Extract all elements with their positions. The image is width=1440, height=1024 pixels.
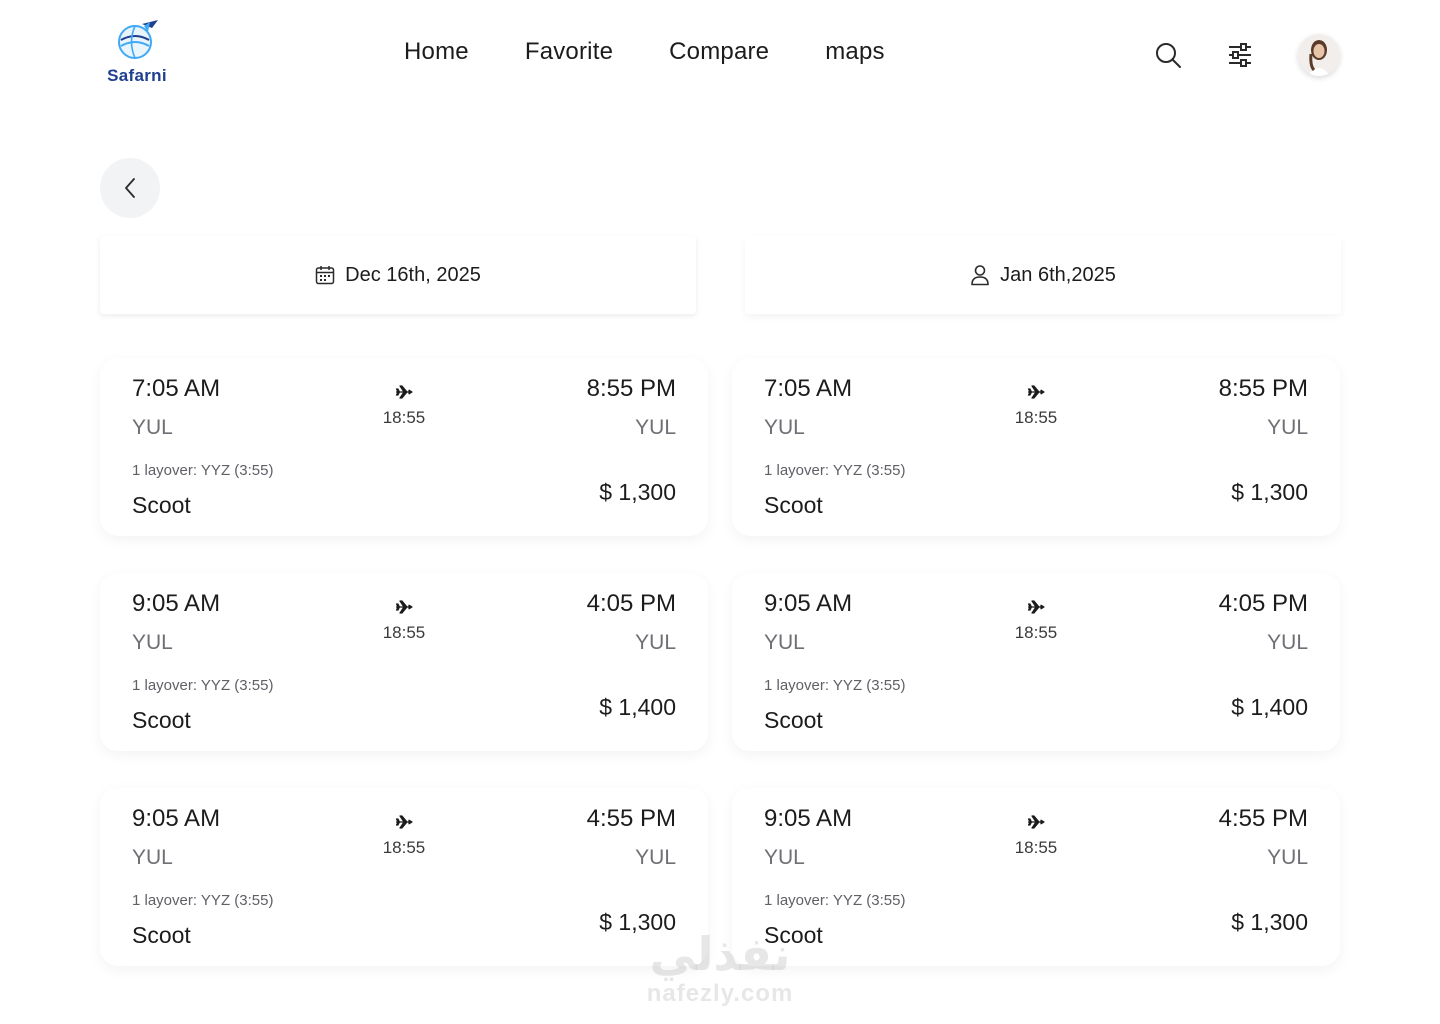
airline-name: Scoot <box>764 922 823 948</box>
plane-icon <box>395 385 413 399</box>
globe-plane-icon <box>118 20 158 59</box>
nav-item-home[interactable]: Home <box>404 38 469 66</box>
departure-airport: YUL <box>132 846 173 869</box>
departure-airport: YUL <box>764 416 805 439</box>
flight-duration: 18:55 <box>1014 623 1058 642</box>
plane-icon <box>395 600 413 614</box>
departure-time: 7:05 AM <box>132 375 221 402</box>
airline-name: Scoot <box>132 922 191 948</box>
airline-name: Scoot <box>132 707 191 733</box>
arrival-time: 4:05 PM <box>1218 590 1308 617</box>
layover-info: 1 layover: YYZ (3:55) <box>764 677 906 694</box>
arrival-airport: YUL <box>635 846 676 869</box>
flight-duration: 18:55 <box>382 838 426 857</box>
layover-info: 1 layover: YYZ (3:55) <box>132 462 274 479</box>
departure-airport: YUL <box>764 846 805 869</box>
plane-icon <box>1027 815 1045 829</box>
search-icon <box>1156 43 1181 68</box>
return-date-tab[interactable]: Jan 6th,2025 <box>745 236 1341 314</box>
flight-card[interactable]: 7:05 AM YUL 18:55 8:55 PM YUL 1 layover:… <box>100 358 708 536</box>
arrival-time: 4:05 PM <box>586 590 676 617</box>
arrival-airport: YUL <box>1267 631 1308 654</box>
departure-airport: YUL <box>764 631 805 654</box>
nav-item-compare[interactable]: Compare <box>669 38 769 66</box>
plane-icon <box>1027 385 1045 399</box>
return-date-label: Jan 6th,2025 <box>1000 263 1116 286</box>
flight-duration: 18:55 <box>1014 408 1058 427</box>
departure-airport: YUL <box>132 416 173 439</box>
arrival-time: 4:55 PM <box>586 805 676 832</box>
airline-name: Scoot <box>764 707 823 733</box>
flight-duration: 18:55 <box>382 408 426 427</box>
sliders-icon <box>1229 43 1251 67</box>
flight-price: $ 1,300 <box>1231 909 1308 935</box>
departure-date-label: Dec 16th, 2025 <box>345 263 481 286</box>
back-button[interactable] <box>100 158 160 218</box>
header-actions <box>1154 34 1340 76</box>
flight-duration: 18:55 <box>1014 838 1058 857</box>
arrival-airport: YUL <box>1267 416 1308 439</box>
chevron-left-icon <box>125 178 135 198</box>
flight-card[interactable]: 7:05 AM YUL 18:55 8:55 PM YUL 1 layover:… <box>732 358 1340 536</box>
layover-info: 1 layover: YYZ (3:55) <box>764 462 906 479</box>
departure-time: 9:05 AM <box>132 805 221 832</box>
layover-info: 1 layover: YYZ (3:55) <box>132 892 274 909</box>
flight-card[interactable]: 9:05 AM YUL 18:55 4:55 PM YUL 1 layover:… <box>732 788 1340 966</box>
departure-date-tab[interactable]: Dec 16th, 2025 <box>100 236 696 314</box>
arrival-airport: YUL <box>1267 846 1308 869</box>
watermark-latin: nafezly.com <box>646 980 794 1007</box>
departure-time: 9:05 AM <box>764 590 853 617</box>
flight-card[interactable]: 9:05 AM YUL 18:55 4:55 PM YUL 1 layover:… <box>100 788 708 966</box>
layover-info: 1 layover: YYZ (3:55) <box>764 892 906 909</box>
flight-duration: 18:55 <box>382 623 426 642</box>
person-icon <box>971 265 989 286</box>
filter-button[interactable] <box>1226 41 1254 69</box>
flight-card[interactable]: 9:05 AM YUL 18:55 4:05 PM YUL 1 layover:… <box>100 573 708 751</box>
nav-item-maps[interactable]: maps <box>825 38 885 66</box>
arrival-airport: YUL <box>635 416 676 439</box>
brand-logo[interactable]: Safarni <box>100 18 174 86</box>
airline-name: Scoot <box>764 492 823 518</box>
plane-icon <box>395 815 413 829</box>
arrival-time: 8:55 PM <box>1218 375 1308 402</box>
avatar-image <box>1298 34 1340 76</box>
user-avatar[interactable] <box>1298 34 1340 76</box>
flight-price: $ 1,300 <box>599 479 676 505</box>
top-header: Safarni Home Favorite Compare maps <box>0 0 1440 110</box>
main-nav: Home Favorite Compare maps <box>404 38 885 66</box>
departure-time: 9:05 AM <box>132 590 221 617</box>
arrival-airport: YUL <box>635 631 676 654</box>
search-button[interactable] <box>1154 41 1182 69</box>
flight-price: $ 1,400 <box>1231 694 1308 720</box>
arrival-time: 8:55 PM <box>586 375 676 402</box>
arrival-time: 4:55 PM <box>1218 805 1308 832</box>
layover-info: 1 layover: YYZ (3:55) <box>132 677 274 694</box>
departure-airport: YUL <box>132 631 173 654</box>
flight-price: $ 1,300 <box>1231 479 1308 505</box>
calendar-icon <box>315 266 335 285</box>
flight-card[interactable]: 9:05 AM YUL 18:55 4:05 PM YUL 1 layover:… <box>732 573 1340 751</box>
plane-icon <box>1027 600 1045 614</box>
nav-item-favorite[interactable]: Favorite <box>525 38 613 66</box>
airline-name: Scoot <box>132 492 191 518</box>
flight-price: $ 1,300 <box>599 909 676 935</box>
flight-price: $ 1,400 <box>599 694 676 720</box>
brand-name: Safarni <box>107 66 167 85</box>
departure-time: 9:05 AM <box>764 805 853 832</box>
departure-time: 7:05 AM <box>764 375 853 402</box>
